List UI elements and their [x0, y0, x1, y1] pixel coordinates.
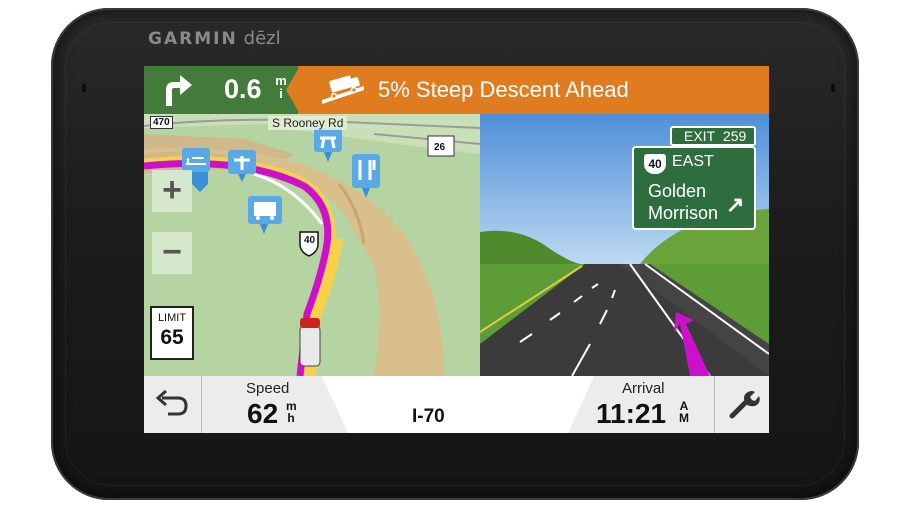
back-arrow-icon — [155, 389, 188, 416]
left-sensor — [82, 84, 86, 92]
turn-right-arrow-icon — [166, 75, 192, 106]
road-shield-470: 470 — [150, 116, 173, 129]
speed-field[interactable]: Speed 62 mh — [202, 376, 348, 433]
tools-button[interactable] — [714, 376, 769, 433]
distance-to-turn: 0.6 — [224, 74, 262, 104]
arrival-time-field[interactable]: Arrival 11:21 AM — [568, 376, 714, 433]
brand-name: GARMIN — [148, 29, 238, 49]
brand-logo: GARMIN dēzl — [148, 28, 281, 49]
zoom-out-button[interactable]: − — [152, 232, 192, 274]
road-shield-26: 26 — [434, 142, 446, 153]
sign-arrow-icon: ↗ — [726, 192, 745, 217]
speed-limit-value: 65 — [160, 326, 184, 349]
touch-screen: 0.6 mi 5% Steep Descent Ahead S Rooney R… — [144, 66, 769, 433]
warning-message: 5% Steep Descent Ahead — [378, 77, 629, 102]
road-shield-40: 40 — [304, 235, 316, 246]
speed-label: Speed — [246, 380, 290, 397]
next-turn-panel[interactable]: 0.6 mi — [144, 66, 298, 114]
right-sensor — [831, 84, 835, 92]
navigation-banner[interactable]: 0.6 mi 5% Steep Descent Ahead — [144, 66, 769, 114]
steep-descent-truck-icon — [322, 75, 364, 104]
sign-direction: EAST — [672, 153, 714, 170]
guide-sign: 40 EAST Golden Morrison ↗ — [632, 146, 756, 230]
zoom-in-button[interactable]: + — [152, 170, 192, 212]
back-button[interactable] — [144, 376, 202, 433]
speed-limit-sign: LIMIT 65 — [150, 306, 194, 360]
banner-divider — [286, 66, 300, 114]
map-view[interactable]: S Rooney Rd 470 26 40 + − LIMIT 65 — [144, 114, 480, 376]
wrench-icon — [729, 391, 760, 419]
arrival-ampm: AM — [679, 399, 689, 425]
speed-value: 62 — [247, 398, 279, 429]
current-road-name: I-70 — [412, 406, 445, 427]
junction-view: EXIT 259 40 EAST Golden Morrison ↗ — [479, 114, 769, 377]
speed-limit-label: LIMIT — [157, 312, 187, 324]
road-warning-panel[interactable]: 5% Steep Descent Ahead — [298, 66, 769, 114]
bottom-info-bar: Speed 62 mh I-70 Arrival 11:21 AM — [144, 376, 769, 433]
speed-unit: mh — [286, 399, 297, 425]
sign-destinations: Golden Morrison — [648, 181, 719, 223]
arrival-label: Arrival — [622, 380, 665, 397]
model-name: dēzl — [243, 28, 281, 49]
exit-sign: EXIT 259 — [670, 126, 756, 146]
route-shield-icon: 40 — [644, 154, 666, 174]
street-name-label: S Rooney Rd — [268, 116, 348, 130]
vehicle-position-icon — [299, 318, 321, 367]
arrival-time-value: 11:21 — [596, 398, 667, 429]
